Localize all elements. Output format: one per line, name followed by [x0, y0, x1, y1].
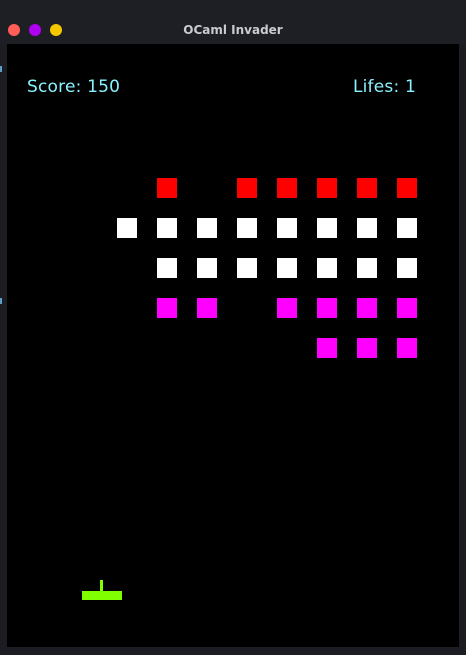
alien-invader-icon	[197, 258, 217, 278]
alien-invader-icon	[357, 258, 377, 278]
alien-invader-icon	[277, 218, 297, 238]
player-base	[82, 591, 122, 600]
alien-invader-icon	[157, 298, 177, 318]
alien-invader-icon	[277, 178, 297, 198]
alien-invader-icon	[277, 298, 297, 318]
alien-invader-icon	[317, 218, 337, 238]
alien-invader-icon	[237, 178, 257, 198]
player-cannon-icon	[82, 580, 122, 600]
alien-invader-icon	[157, 258, 177, 278]
score-display: Score: 150	[27, 77, 121, 97]
alien-invader-icon	[317, 338, 337, 358]
alien-invader-icon	[317, 298, 337, 318]
alien-invader-icon	[357, 218, 377, 238]
alien-invader-icon	[157, 178, 177, 198]
app-window: OCaml Invader Score: 150 Lifes: 1	[0, 0, 466, 655]
alien-invader-icon	[237, 258, 257, 278]
window-edge-marker	[0, 298, 2, 304]
window-title: OCaml Invader	[183, 23, 283, 37]
alien-invader-icon	[397, 338, 417, 358]
alien-invader-icon	[117, 218, 137, 238]
alien-invader-icon	[317, 178, 337, 198]
window-edge-marker	[0, 66, 2, 72]
alien-invader-icon	[357, 338, 377, 358]
lives-display: Lifes: 1	[352, 77, 416, 97]
alien-invader-icon	[397, 298, 417, 318]
alien-invader-icon	[397, 258, 417, 278]
alien-invader-icon	[317, 258, 337, 278]
alien-invader-icon	[357, 178, 377, 198]
alien-invader-icon	[237, 218, 257, 238]
alien-invader-icon	[197, 298, 217, 318]
alien-invader-icon	[157, 218, 177, 238]
game-canvas[interactable]: Score: 150 Lifes: 1	[7, 44, 459, 647]
alien-invader-icon	[397, 218, 417, 238]
title-bar[interactable]: OCaml Invader	[0, 0, 466, 44]
alien-invader-icon	[197, 218, 217, 238]
alien-invader-icon	[357, 298, 377, 318]
alien-invader-icon	[277, 258, 297, 278]
alien-invader-icon	[397, 178, 417, 198]
